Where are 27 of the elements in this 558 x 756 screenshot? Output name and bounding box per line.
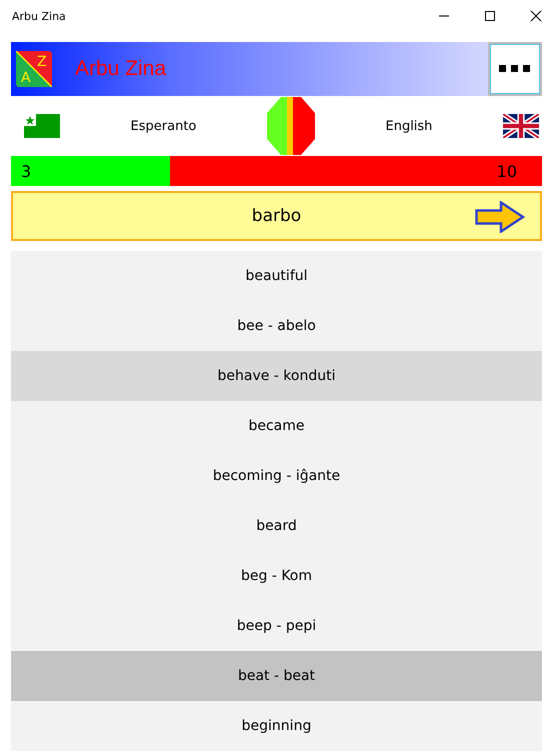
window-title: Arbu Zina	[12, 10, 66, 22]
answer-item[interactable]: beard	[11, 501, 542, 551]
more-icon	[499, 65, 531, 73]
correct-count: 3	[20, 162, 32, 180]
flag-icon	[24, 114, 60, 138]
next-arrow-icon[interactable]	[475, 201, 525, 233]
flag-icon	[502, 114, 539, 138]
answer-item[interactable]: behave - konduti	[11, 351, 542, 401]
answer-item[interactable]: becoming - iĝante	[11, 451, 542, 501]
answer-item[interactable]: became	[11, 401, 542, 451]
answer-item[interactable]: beautiful	[11, 251, 542, 301]
answer-item[interactable]: beep - pepi	[11, 601, 542, 651]
logo-letter: Z	[37, 54, 47, 70]
wrong-count: 10	[496, 162, 518, 180]
close-icon[interactable]	[530, 10, 542, 22]
logo-letter: A	[21, 70, 31, 86]
answer-item[interactable]: beginning	[11, 701, 542, 751]
maximize-icon[interactable]	[484, 10, 496, 22]
answer-item[interactable]: beat - beat	[11, 651, 542, 701]
target-language: English	[385, 118, 432, 134]
answer-item[interactable]: beg - Kom	[11, 551, 542, 601]
swap-icon[interactable]	[266, 97, 315, 155]
question-word: barbo	[252, 206, 302, 226]
source-language: Esperanto	[130, 118, 196, 134]
app-title: Arbu Zina	[75, 57, 166, 81]
answer-item[interactable]: bee - abelo	[11, 301, 542, 351]
more-button[interactable]	[488, 42, 542, 96]
